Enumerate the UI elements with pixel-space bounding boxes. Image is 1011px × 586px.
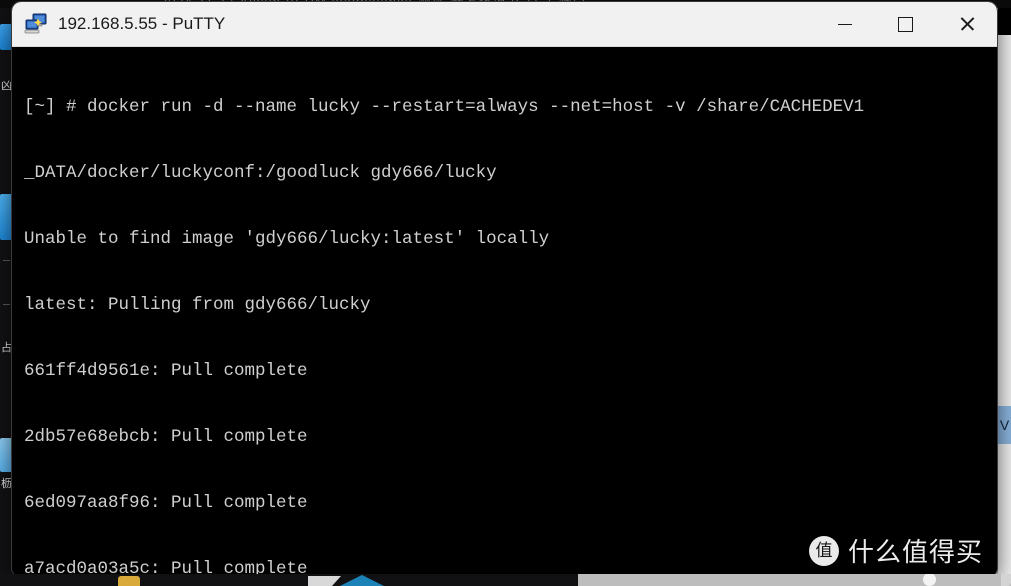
terminal-line: 6ed097aa8f96: Pull complete — [24, 493, 308, 513]
maximize-icon — [898, 16, 913, 32]
putty-window: 192.168.5.55 - PuTTY [~] # docker run -d… — [12, 2, 997, 576]
watermark-badge-icon: 值 — [808, 535, 839, 566]
terminal-line: 661ff4d9561e: Pull complete — [24, 361, 308, 381]
watermark-text: 什么值得买 — [847, 537, 983, 567]
window-controls — [814, 2, 997, 46]
windows-taskbar[interactable] — [0, 574, 1011, 586]
taskbar-dark-region — [0, 574, 578, 586]
taskbar-clock-indicator[interactable] — [923, 574, 936, 586]
terminal-line: latest: Pulling from gdy666/lucky — [24, 295, 371, 315]
maximize-button[interactable] — [875, 2, 936, 46]
terminal-line: [~] # docker run -d --name lucky --resta… — [24, 97, 865, 117]
putty-app-icon — [24, 12, 48, 36]
watermark: 值 什么值得买 — [808, 532, 983, 569]
taskbar-icon-wedge-blue[interactable] — [340, 575, 384, 586]
window-titlebar[interactable]: 192.168.5.55 - PuTTY — [12, 2, 997, 47]
close-button[interactable] — [936, 2, 997, 46]
minimize-button[interactable] — [814, 2, 875, 46]
right-fragment-button[interactable]: V — [998, 406, 1011, 444]
terminal-line: 2db57e68ebcb: Pull complete — [24, 427, 308, 447]
terminal-line: _DATA/docker/luckyconf:/goodluck gdy666/… — [24, 163, 497, 183]
close-icon — [959, 16, 975, 32]
terminal-output-area[interactable]: [~] # docker run -d --name lucky --resta… — [12, 47, 997, 576]
taskbar-right-edge — [1001, 574, 1011, 586]
taskbar-icon-document[interactable] — [308, 576, 341, 586]
right-fragment-dark-band — [998, 8, 1011, 35]
terminal-lines: [~] # docker run -d --name lucky --resta… — [24, 52, 997, 576]
minimize-icon — [837, 23, 852, 25]
window-title: 192.168.5.55 - PuTTY — [58, 14, 226, 33]
leftbar-divider-2 — [3, 304, 10, 305]
right-fragment-seam — [997, 35, 998, 586]
terminal-line: Unable to find image 'gdy666/lucky:lates… — [24, 229, 550, 249]
taskbar-icon-folder[interactable] — [118, 576, 140, 586]
leftbar-divider-1 — [3, 260, 10, 261]
